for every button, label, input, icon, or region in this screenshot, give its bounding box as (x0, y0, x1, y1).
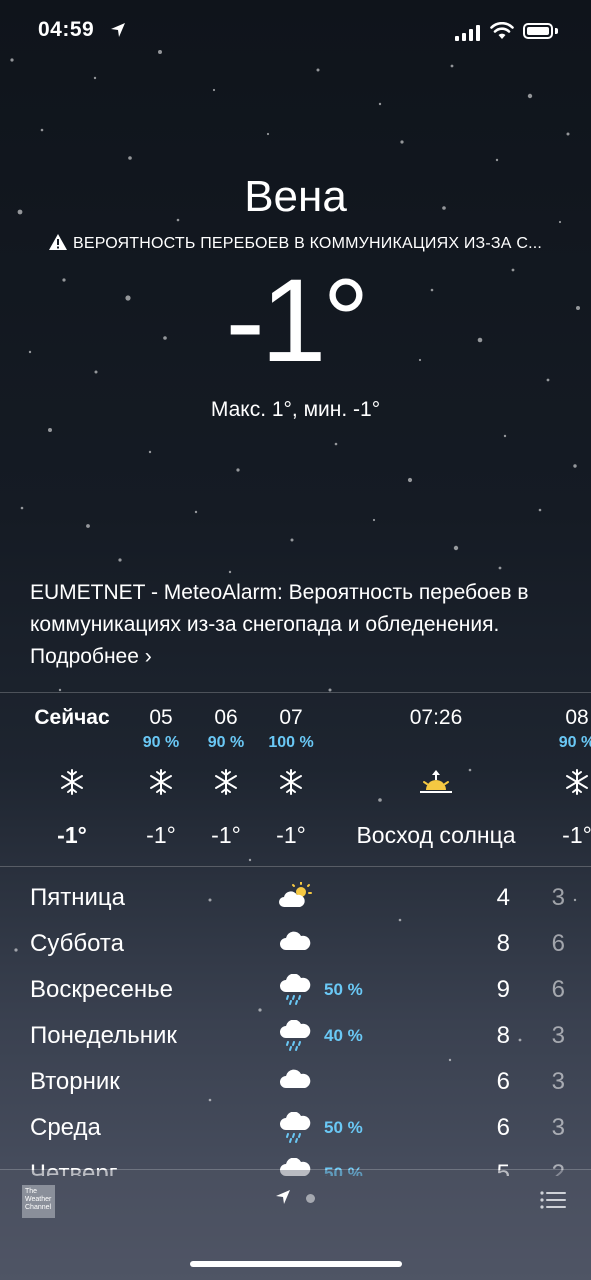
daily-row: Вторник 6 3 (0, 1060, 591, 1106)
weather-channel-logo[interactable]: The Weather Channel (22, 1185, 55, 1218)
day-name: Пятница (30, 884, 125, 911)
hourly-item: 08 90 % -1° (542, 706, 591, 849)
cloud-icon (278, 1066, 314, 1100)
divider-bottom (0, 1169, 591, 1170)
hour-label: 07:26 (409, 706, 463, 729)
hour-temperature: -1° (211, 822, 241, 848)
low-temperature: 3 (551, 1068, 565, 1095)
precipitation-chance: 50 % (324, 980, 363, 999)
hour-temperature: -1° (276, 822, 306, 848)
day-name: Среда (30, 1114, 101, 1141)
page-indicator-dot[interactable] (306, 1194, 315, 1203)
snowflake-icon (256, 762, 326, 802)
divider-middle (0, 866, 591, 867)
low-temperature: 6 (551, 976, 565, 1003)
more-link[interactable]: Подробнее (30, 645, 139, 668)
low-temperature: 3 (551, 1114, 565, 1141)
day-name: Воскресенье (30, 976, 174, 1003)
precipitation-chance (27, 734, 117, 756)
hour-label: 07 (279, 706, 303, 729)
snowflake-icon (542, 762, 591, 802)
day-name: Понедельник (30, 1022, 177, 1049)
precipitation-chance: 50 % (324, 1118, 363, 1137)
daily-row: Среда 50 % 6 3 (0, 1106, 591, 1152)
hour-label: Сейчас (34, 706, 110, 729)
chevron-right-icon: › (144, 645, 152, 668)
precipitation-chance: 90 % (142, 734, 180, 751)
hourly-item: 06 90 % -1° (191, 706, 261, 849)
daily-row: Понедельник 40 % 8 3 (0, 1014, 591, 1060)
low-temperature: 3 (551, 884, 565, 911)
hour-temperature: -1° (57, 822, 87, 848)
rain-cloud-icon (278, 1111, 314, 1146)
high-temperature: 6 (496, 1068, 510, 1095)
battery-icon (523, 23, 553, 39)
home-indicator[interactable] (190, 1261, 402, 1267)
hour-label: 06 (214, 706, 238, 729)
hour-label: 08 (565, 706, 589, 729)
warning-icon (48, 234, 67, 250)
cloud-icon (278, 928, 314, 962)
sunrise-icon (336, 762, 536, 802)
city-list-icon[interactable] (540, 1190, 566, 1210)
daily-row: Пятница 4 3 (0, 876, 591, 922)
location-arrow-icon (111, 23, 125, 37)
low-temperature: 3 (551, 1022, 565, 1049)
hour-temperature: -1° (146, 822, 176, 848)
high-temperature: 9 (496, 976, 510, 1003)
day-name: Суббота (30, 930, 124, 957)
notice-text: EUMETNET - MeteoAlarm: Вероятность переб… (30, 581, 529, 636)
current-location-icon[interactable] (275, 1189, 291, 1205)
current-temperature: -1° (225, 255, 369, 387)
rain-cloud-icon (278, 973, 314, 1008)
hourly-item: 07 100 % -1° (256, 706, 326, 849)
hourly-item: Сейчас -1° (27, 706, 117, 849)
precipitation-chance: 100 % (268, 734, 314, 751)
wifi-icon (490, 22, 514, 39)
precipitation-chance: 90 % (207, 734, 245, 751)
status-time: 04:59 (38, 18, 95, 41)
daily-row: Воскресенье 50 % 9 6 (0, 968, 591, 1014)
low-temperature: 6 (551, 930, 565, 957)
hour-label: 05 (149, 706, 173, 729)
rain-cloud-icon (278, 1019, 314, 1054)
high-temperature: 6 (496, 1114, 510, 1141)
logo-text: The Weather Channel (25, 1188, 52, 1211)
day-name: Вторник (30, 1068, 120, 1095)
high-temperature: 4 (496, 884, 510, 911)
high-temperature: 8 (496, 1022, 510, 1049)
city-name: Вена (244, 172, 347, 221)
precipitation-chance: 90 % (558, 734, 591, 751)
battery-nub (555, 28, 558, 34)
snowflake-icon (27, 762, 117, 802)
precipitation-chance (336, 734, 536, 756)
meteoalarm-notice[interactable]: EUMETNET - MeteoAlarm: Вероятность переб… (30, 577, 570, 673)
partly-sunny-icon (278, 881, 314, 916)
weather-alert-banner[interactable]: ВЕРОЯТНОСТЬ ПЕРЕБОЕВ В КОММУНИКАЦИЯХ ИЗ-… (0, 234, 591, 253)
hourly-item: 07:26 Восход солнца (336, 706, 536, 849)
snowflake-icon (126, 762, 196, 802)
cellular-signal-icon (455, 25, 480, 41)
high-temperature: 8 (496, 930, 510, 957)
hour-temperature: -1° (562, 822, 591, 848)
high-low-temperature: Макс. 1°, мин. -1° (210, 398, 381, 421)
daily-row: Суббота 8 6 (0, 922, 591, 968)
divider-top (0, 692, 591, 693)
alert-text: ВЕРОЯТНОСТЬ ПЕРЕБОЕВ В КОММУНИКАЦИЯХ ИЗ-… (72, 235, 543, 252)
snowflake-icon (191, 762, 261, 802)
precipitation-chance: 40 % (324, 1026, 363, 1045)
hour-temperature: Восход солнца (356, 822, 516, 848)
hourly-item: 05 90 % -1° (126, 706, 196, 849)
